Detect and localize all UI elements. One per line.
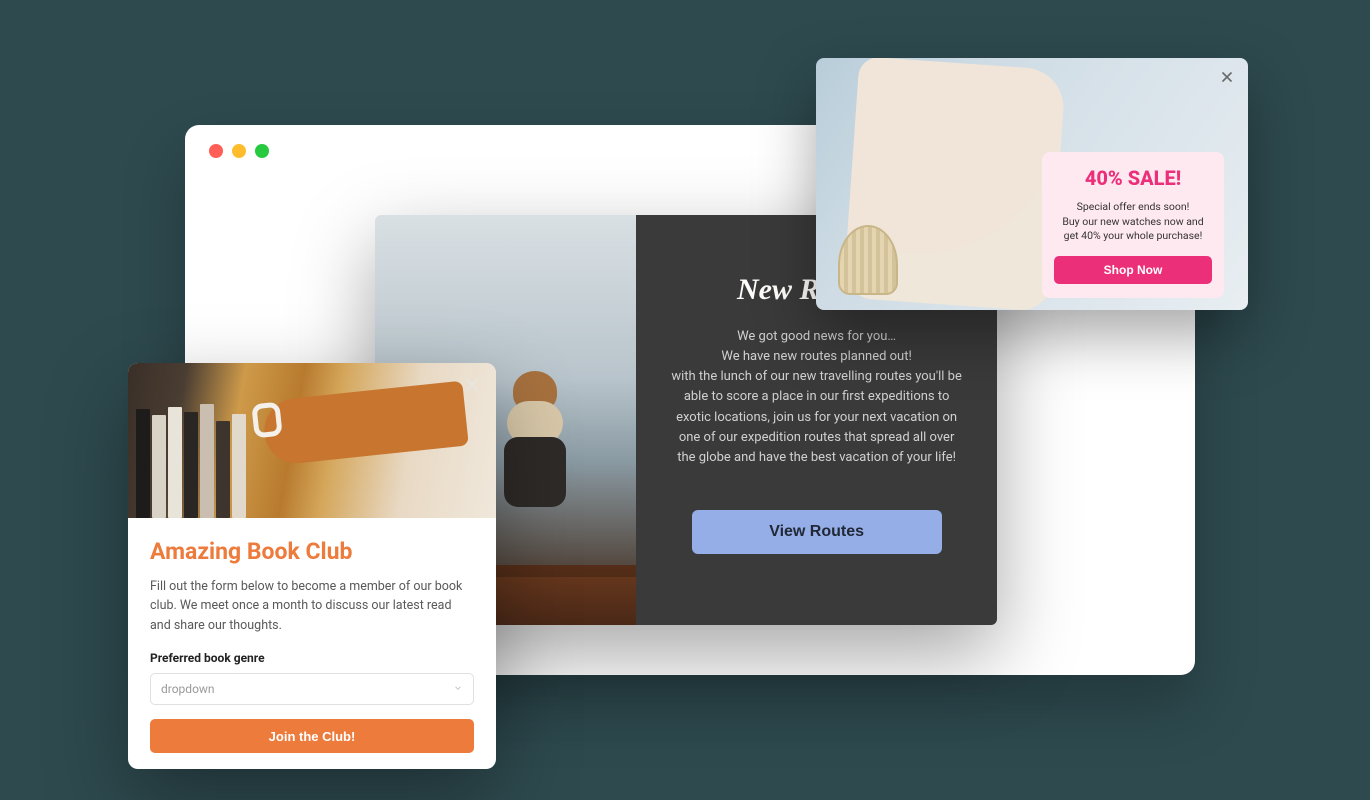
close-icon[interactable] [1218, 68, 1236, 86]
window-close-dot[interactable] [209, 144, 223, 158]
view-routes-button[interactable]: View Routes [692, 510, 942, 554]
genre-field-label: Preferred book genre [150, 651, 474, 665]
sale-popup: 40% SALE! Special offer ends soon!Buy ou… [816, 58, 1248, 310]
window-minimize-dot[interactable] [232, 144, 246, 158]
genre-select-placeholder: dropdown [161, 682, 215, 696]
join-club-button[interactable]: Join the Club! [150, 719, 474, 753]
routes-description: We got good news for you…We have new rou… [668, 327, 965, 468]
book-description: Fill out the form below to become a memb… [150, 577, 474, 635]
book-hero-image [128, 363, 496, 518]
bag-illustration [838, 225, 898, 295]
arm-illustration [261, 380, 469, 466]
book-popup-body: Amazing Book Club Fill out the form belo… [128, 518, 496, 769]
bracelet-illustration [251, 402, 282, 439]
window-maximize-dot[interactable] [255, 144, 269, 158]
shop-now-button[interactable]: Shop Now [1054, 256, 1212, 284]
person-illustration [500, 371, 570, 491]
genre-select[interactable]: dropdown [150, 673, 474, 705]
sale-description: Special offer ends soon!Buy our new watc… [1054, 200, 1212, 244]
sale-card: 40% SALE! Special offer ends soon!Buy ou… [1042, 152, 1224, 298]
book-title: Amazing Book Club [150, 538, 474, 565]
close-icon[interactable] [460, 373, 484, 397]
sale-title: 40% SALE! [1054, 166, 1212, 190]
chevron-down-icon [453, 682, 463, 696]
book-club-popup: Amazing Book Club Fill out the form belo… [128, 363, 496, 769]
